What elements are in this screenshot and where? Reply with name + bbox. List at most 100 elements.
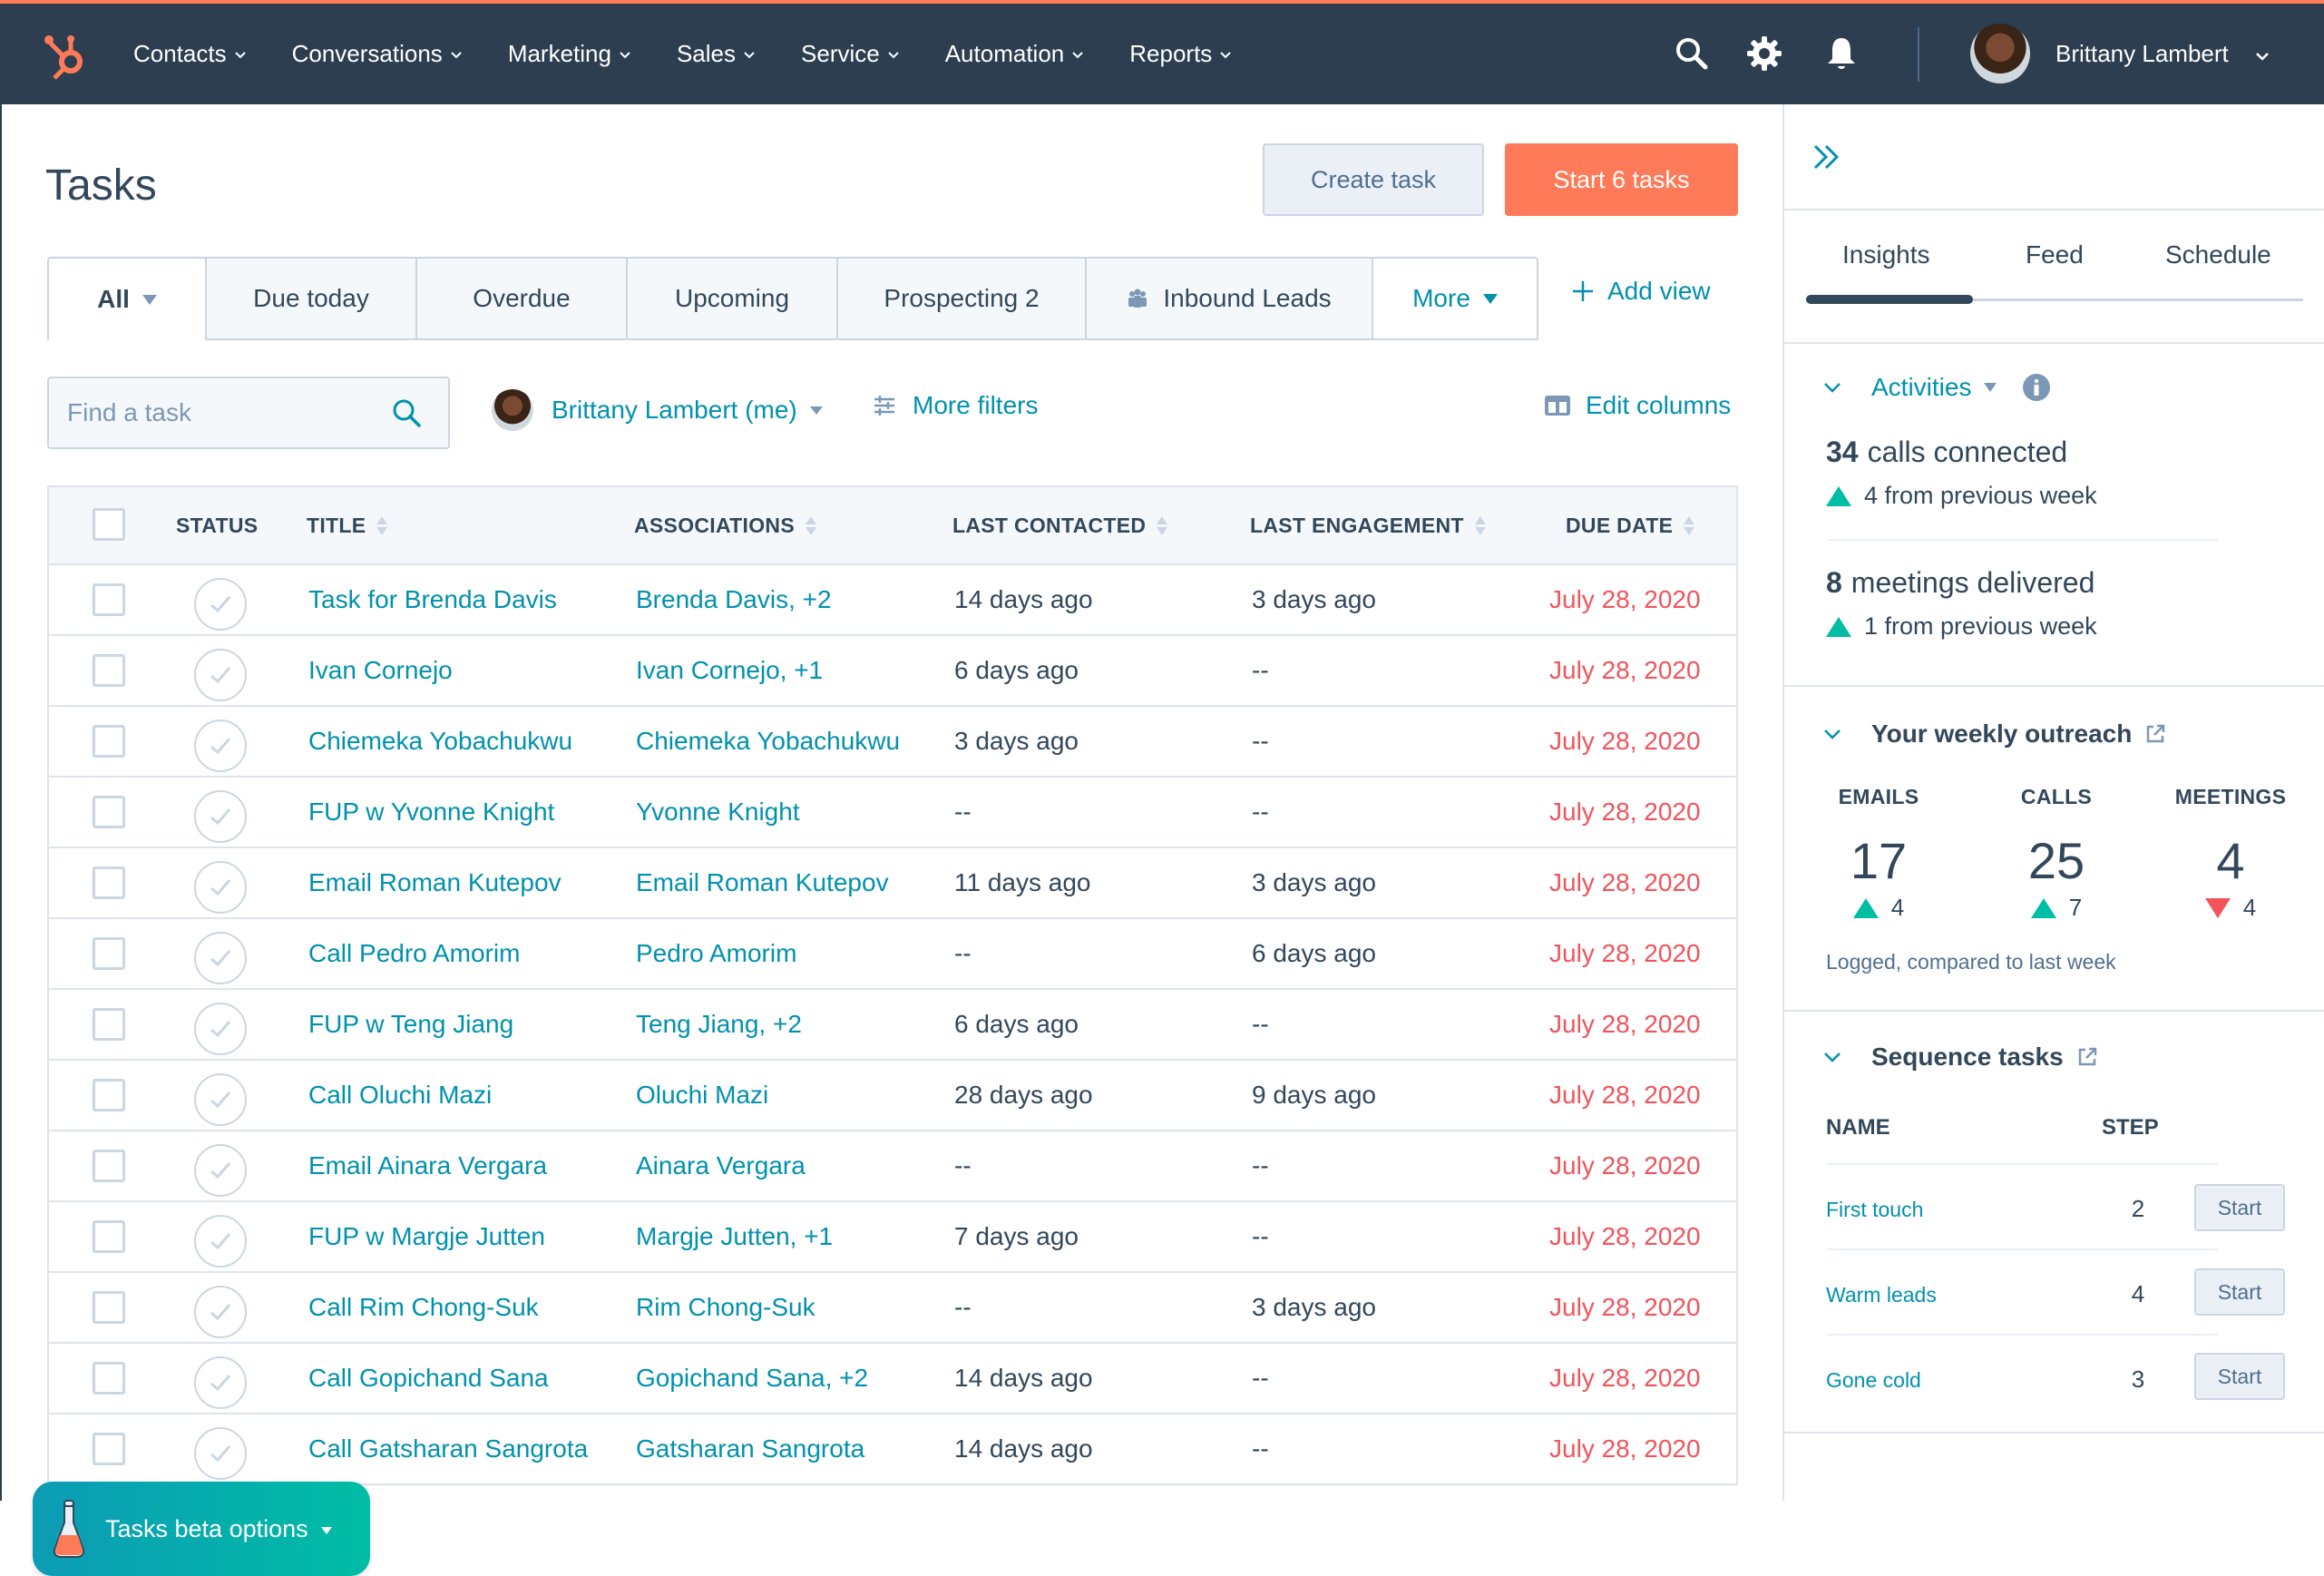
association-link[interactable]: Rim Chong-Suk	[636, 1273, 815, 1342]
more-filters-button[interactable]: More filters	[873, 391, 1038, 420]
association-link[interactable]: Oluchi Mazi	[636, 1061, 768, 1130]
nav-automation[interactable]: Automation	[945, 40, 1085, 68]
task-title-link[interactable]: FUP w Yvonne Knight	[308, 778, 554, 847]
column-last-engagement[interactable]: LAST ENGAGEMENT	[1250, 514, 1486, 538]
nav-reports[interactable]: Reports	[1129, 40, 1232, 68]
add-view-button[interactable]: Add view	[1571, 277, 1711, 306]
external-link-icon[interactable]	[2144, 723, 2166, 745]
complete-task-button[interactable]	[194, 719, 247, 772]
nav-conversations[interactable]: Conversations	[292, 40, 463, 68]
chevron-down-icon[interactable]	[2255, 51, 2270, 62]
column-last-contacted[interactable]: LAST CONTACTED	[952, 514, 1168, 538]
nav-marketing[interactable]: Marketing	[508, 40, 631, 68]
tab-upcoming[interactable]: Upcoming	[628, 257, 838, 338]
sequence-link[interactable]: Gone cold	[1826, 1368, 1921, 1393]
sequence-link[interactable]: First touch	[1826, 1198, 1923, 1222]
association-link[interactable]: Brenda Davis, +2	[636, 565, 832, 634]
association-link[interactable]: Gatsharan Sangrota	[636, 1414, 864, 1483]
complete-task-button[interactable]	[194, 1356, 247, 1409]
association-link[interactable]: Ainara Vergara	[636, 1131, 806, 1200]
association-link[interactable]: Ivan Cornejo, +1	[636, 636, 823, 705]
complete-task-button[interactable]	[194, 861, 247, 914]
search-input[interactable]	[67, 378, 394, 447]
row-checkbox[interactable]	[93, 1008, 125, 1041]
hubspot-sprocket-icon[interactable]	[42, 29, 89, 80]
association-link[interactable]: Email Roman Kutepov	[636, 848, 889, 917]
double-chevron-right-icon[interactable]	[1810, 139, 1846, 175]
association-link[interactable]: Margje Jutten, +1	[636, 1202, 833, 1271]
row-checkbox[interactable]	[93, 1291, 125, 1324]
gear-icon[interactable]	[1745, 34, 1783, 73]
task-title-link[interactable]: Chiemeka Yobachukwu	[308, 707, 572, 776]
complete-task-button[interactable]	[194, 790, 247, 843]
tab-inbound-leads[interactable]: Inbound Leads	[1087, 257, 1373, 338]
tab-due-today[interactable]: Due today	[207, 257, 417, 338]
complete-task-button[interactable]	[194, 578, 247, 631]
tasks-beta-options-button[interactable]: Tasks beta options	[33, 1482, 370, 1576]
user-name[interactable]: Brittany Lambert	[2055, 40, 2229, 68]
nav-sales[interactable]: Sales	[677, 40, 756, 68]
complete-task-button[interactable]	[194, 1003, 247, 1055]
task-title-link[interactable]: FUP w Margje Jutten	[308, 1202, 545, 1271]
outreach-section-toggle[interactable]: Your weekly outreach	[1822, 719, 2166, 749]
search-icon[interactable]	[390, 396, 423, 429]
sequence-start-button[interactable]: Start	[2194, 1268, 2285, 1316]
row-checkbox[interactable]	[93, 1362, 125, 1395]
search-icon[interactable]	[1673, 34, 1711, 73]
sequence-link[interactable]: Warm leads	[1826, 1283, 1937, 1307]
association-link[interactable]: Yvonne Knight	[636, 778, 800, 847]
row-checkbox[interactable]	[93, 796, 125, 828]
complete-task-button[interactable]	[194, 1073, 247, 1126]
column-title[interactable]: TITLE	[307, 514, 388, 538]
task-title-link[interactable]: Call Rim Chong-Suk	[308, 1273, 539, 1342]
select-all-checkbox[interactable]	[93, 508, 125, 541]
complete-task-button[interactable]	[194, 1215, 247, 1268]
association-link[interactable]: Pedro Amorim	[636, 919, 796, 988]
sidebar-tab-schedule[interactable]: Schedule	[2165, 240, 2271, 269]
sequence-section-toggle[interactable]: Sequence tasks	[1822, 1043, 2098, 1072]
edit-columns-button[interactable]: Edit columns	[1544, 391, 1731, 420]
association-link[interactable]: Teng Jiang, +2	[636, 990, 802, 1059]
avatar[interactable]	[1970, 24, 2030, 83]
info-icon[interactable]	[2022, 373, 2051, 402]
row-checkbox[interactable]	[93, 1150, 125, 1182]
task-title-link[interactable]: Task for Brenda Davis	[308, 565, 557, 634]
complete-task-button[interactable]	[194, 1286, 247, 1338]
complete-task-button[interactable]	[194, 1427, 247, 1480]
tab-more[interactable]: More	[1373, 257, 1538, 338]
nav-contacts[interactable]: Contacts	[133, 40, 247, 68]
task-title-link[interactable]: FUP w Teng Jiang	[308, 990, 513, 1059]
complete-task-button[interactable]	[194, 1144, 247, 1197]
sequence-start-button[interactable]: Start	[2194, 1184, 2285, 1231]
task-title-link[interactable]: Email Ainara Vergara	[308, 1131, 547, 1200]
complete-task-button[interactable]	[194, 649, 247, 701]
activities-section-toggle[interactable]: Activities	[1822, 373, 2051, 402]
task-title-link[interactable]: Email Roman Kutepov	[308, 848, 561, 917]
row-checkbox[interactable]	[93, 654, 125, 687]
row-checkbox[interactable]	[93, 1079, 125, 1111]
tab-all[interactable]: All	[47, 257, 207, 340]
bell-icon[interactable]	[1822, 34, 1860, 73]
association-link[interactable]: Gopichand Sana, +2	[636, 1344, 868, 1413]
owner-filter[interactable]: Brittany Lambert (me)	[492, 389, 823, 431]
column-associations[interactable]: ASSOCIATIONS	[634, 514, 816, 538]
sequence-start-button[interactable]: Start	[2194, 1353, 2285, 1400]
row-checkbox[interactable]	[93, 866, 125, 899]
task-title-link[interactable]: Ivan Cornejo	[308, 636, 453, 705]
start-tasks-button[interactable]: Start 6 tasks	[1505, 143, 1738, 216]
task-title-link[interactable]: Call Oluchi Mazi	[308, 1061, 492, 1130]
task-title-link[interactable]: Call Pedro Amorim	[308, 919, 520, 988]
row-checkbox[interactable]	[93, 725, 125, 758]
sidebar-tab-feed[interactable]: Feed	[2026, 240, 2084, 269]
row-checkbox[interactable]	[93, 1433, 125, 1465]
association-link[interactable]: Chiemeka Yobachukwu	[636, 707, 900, 776]
sidebar-tab-insights[interactable]: Insights	[1842, 240, 1930, 269]
tab-prospecting[interactable]: Prospecting 2	[838, 257, 1087, 338]
external-link-icon[interactable]	[2076, 1046, 2098, 1068]
task-title-link[interactable]: Call Gatsharan Sangrota	[308, 1414, 588, 1483]
row-checkbox[interactable]	[93, 583, 125, 616]
create-task-button[interactable]: Create task	[1263, 143, 1484, 216]
row-checkbox[interactable]	[93, 937, 125, 970]
tab-overdue[interactable]: Overdue	[417, 257, 628, 338]
task-title-link[interactable]: Call Gopichand Sana	[308, 1344, 549, 1413]
